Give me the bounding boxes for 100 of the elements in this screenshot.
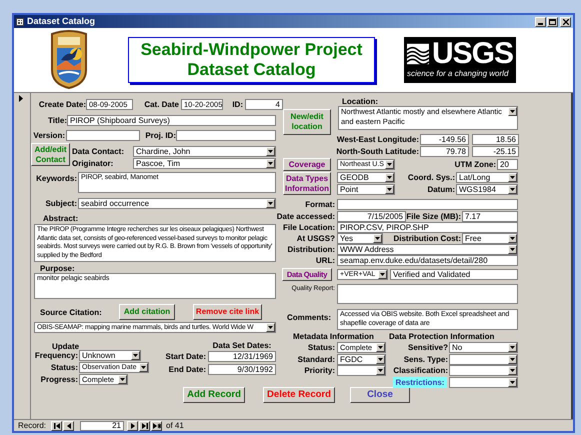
dropdown-arrow-icon[interactable] bbox=[385, 185, 394, 194]
coordinate-system-dropdown[interactable]: Lat/Long bbox=[456, 172, 518, 183]
field-label: Restrictions: bbox=[393, 377, 447, 388]
file-location-field[interactable]: PIROP.CSV, PIROP.SHP bbox=[337, 222, 518, 233]
new-record-button[interactable] bbox=[151, 420, 162, 430]
data-types-button[interactable]: Data Types Information bbox=[283, 172, 331, 195]
subject-dropdown[interactable]: seabird occurrence bbox=[78, 198, 276, 209]
field-label: Status: bbox=[306, 342, 335, 353]
new-record-icon bbox=[152, 422, 161, 428]
field-label: Priority: bbox=[303, 365, 335, 376]
dropdown-arrow-icon[interactable] bbox=[266, 199, 275, 208]
close-button[interactable]: Close bbox=[350, 387, 410, 403]
latitude-field[interactable]: 79.78 bbox=[420, 146, 469, 157]
dropdown-arrow-icon[interactable] bbox=[373, 234, 382, 243]
field-label: Data Contact: bbox=[72, 146, 124, 157]
dropdown-arrow-icon[interactable] bbox=[266, 323, 275, 332]
dropdown-arrow-icon[interactable] bbox=[508, 245, 517, 254]
dropdown-arrow-icon[interactable] bbox=[139, 363, 148, 372]
field-label: Sensitive? bbox=[406, 342, 448, 353]
priority-dropdown[interactable] bbox=[337, 365, 386, 376]
maximize-icon bbox=[549, 18, 556, 24]
maximize-button[interactable] bbox=[547, 16, 558, 26]
dropdown-arrow-icon[interactable] bbox=[508, 107, 517, 116]
dropdown-arrow-icon[interactable] bbox=[508, 378, 517, 387]
field-label: West-East Longitude: bbox=[336, 134, 419, 145]
coverage-button[interactable]: Coverage bbox=[283, 158, 331, 171]
restrictions-dropdown[interactable] bbox=[449, 377, 518, 388]
dropdown-arrow-icon[interactable] bbox=[378, 270, 387, 279]
dropdown-arrow-icon[interactable] bbox=[131, 351, 140, 360]
contact-dropdown[interactable]: Chardine, John bbox=[133, 146, 276, 157]
minimize-button[interactable] bbox=[535, 16, 546, 26]
quality-description-field[interactable]: Verified and Validated bbox=[390, 269, 518, 280]
dropdown-arrow-icon[interactable] bbox=[376, 343, 385, 352]
classification-dropdown[interactable] bbox=[449, 365, 518, 376]
distribution-dropdown[interactable]: WWW Address bbox=[337, 244, 518, 255]
quality-report-field[interactable] bbox=[337, 284, 518, 304]
project-title: Seabird-Windpower Project bbox=[140, 40, 362, 60]
url-field[interactable]: seamap.env.duke.edu/datasets/detail/280 bbox=[337, 255, 518, 266]
record-label: Record: bbox=[18, 420, 46, 432]
previous-icon bbox=[66, 422, 71, 428]
usgs-tagline: science for a changing world bbox=[407, 68, 510, 79]
distribution-cost-dropdown[interactable]: Free bbox=[462, 233, 518, 244]
originator-dropdown[interactable]: Pascoe, Tim bbox=[133, 158, 276, 169]
dropdown-arrow-icon[interactable] bbox=[508, 355, 517, 364]
first-icon bbox=[54, 422, 60, 428]
date-field[interactable]: 7/15/2005 bbox=[337, 211, 406, 222]
minimize-icon bbox=[538, 22, 543, 24]
field-label: Classification: bbox=[392, 365, 448, 376]
field-heading: Update bbox=[52, 341, 80, 352]
field-label: At USGS? bbox=[296, 233, 335, 244]
frequency-dropdown[interactable]: Unknown bbox=[79, 350, 141, 361]
dropdown-arrow-icon[interactable] bbox=[118, 375, 127, 384]
at-usgs-dropdown[interactable]: Yes bbox=[337, 233, 383, 244]
dropdown-arrow-icon[interactable] bbox=[385, 173, 394, 182]
field-label: Subject: bbox=[44, 198, 77, 209]
close-window-button[interactable] bbox=[560, 16, 571, 26]
version-field[interactable] bbox=[66, 130, 140, 141]
id-field[interactable]: 4 bbox=[245, 99, 283, 110]
format-field[interactable] bbox=[337, 199, 518, 210]
longitude-field[interactable]: -149.56 bbox=[420, 134, 469, 145]
previous-record-button[interactable] bbox=[63, 420, 74, 430]
dropdown-arrow-icon[interactable] bbox=[508, 366, 517, 375]
date-field[interactable]: 9/30/1992 bbox=[208, 364, 276, 375]
file-size-field[interactable]: 7.17 bbox=[462, 211, 518, 222]
dropdown-arrow-icon[interactable] bbox=[385, 160, 394, 169]
standard-dropdown[interactable]: FGDC bbox=[337, 354, 386, 365]
dropdown-arrow-icon[interactable] bbox=[508, 173, 517, 182]
title-field[interactable]: PIROP (Shipboard Surveys) bbox=[67, 115, 276, 126]
last-record-button[interactable] bbox=[139, 420, 150, 430]
field-label: File Location: bbox=[282, 222, 335, 233]
field-label: End Date: bbox=[168, 364, 206, 375]
utm-zone-field[interactable]: 20 bbox=[497, 159, 518, 170]
field-label: Distribution Cost: bbox=[392, 233, 461, 244]
dropdown-arrow-icon[interactable] bbox=[266, 159, 275, 168]
current-record-icon bbox=[19, 95, 23, 102]
dropdown-arrow-icon[interactable] bbox=[508, 234, 517, 243]
dropdown-arrow-icon[interactable] bbox=[266, 147, 275, 156]
dropdown-arrow-icon[interactable] bbox=[508, 343, 517, 352]
first-record-button[interactable] bbox=[51, 420, 62, 430]
field-label: File Size (MB): bbox=[405, 211, 461, 222]
dropdown-arrow-icon[interactable] bbox=[508, 185, 517, 194]
longitude-field[interactable]: 18.56 bbox=[472, 134, 519, 145]
data-type-dropdown[interactable]: GEODB bbox=[337, 172, 395, 183]
field-label: Frequency: bbox=[34, 351, 78, 361]
field-label: Abstract: bbox=[43, 213, 78, 224]
dropdown-arrow-icon[interactable] bbox=[376, 366, 385, 375]
field-label: UTM Zone: bbox=[454, 159, 496, 170]
dropdown-arrow-icon[interactable] bbox=[376, 355, 385, 364]
latitude-field[interactable]: -25.15 bbox=[472, 146, 519, 157]
last-icon bbox=[142, 422, 148, 428]
sensitivity-type-dropdown[interactable] bbox=[449, 354, 518, 365]
record-number-field[interactable]: 21 bbox=[80, 420, 124, 430]
field-label: Keywords: bbox=[35, 173, 77, 184]
project-id-field[interactable] bbox=[176, 130, 276, 141]
datum-dropdown[interactable]: WGS1984 bbox=[456, 184, 518, 195]
data-type-dropdown[interactable]: Point bbox=[337, 184, 395, 195]
date-field[interactable]: 12/31/1969 bbox=[208, 351, 276, 362]
next-record-button[interactable] bbox=[127, 420, 138, 430]
sensitive-dropdown[interactable]: No bbox=[449, 342, 518, 353]
field-label: Version: bbox=[32, 130, 65, 141]
